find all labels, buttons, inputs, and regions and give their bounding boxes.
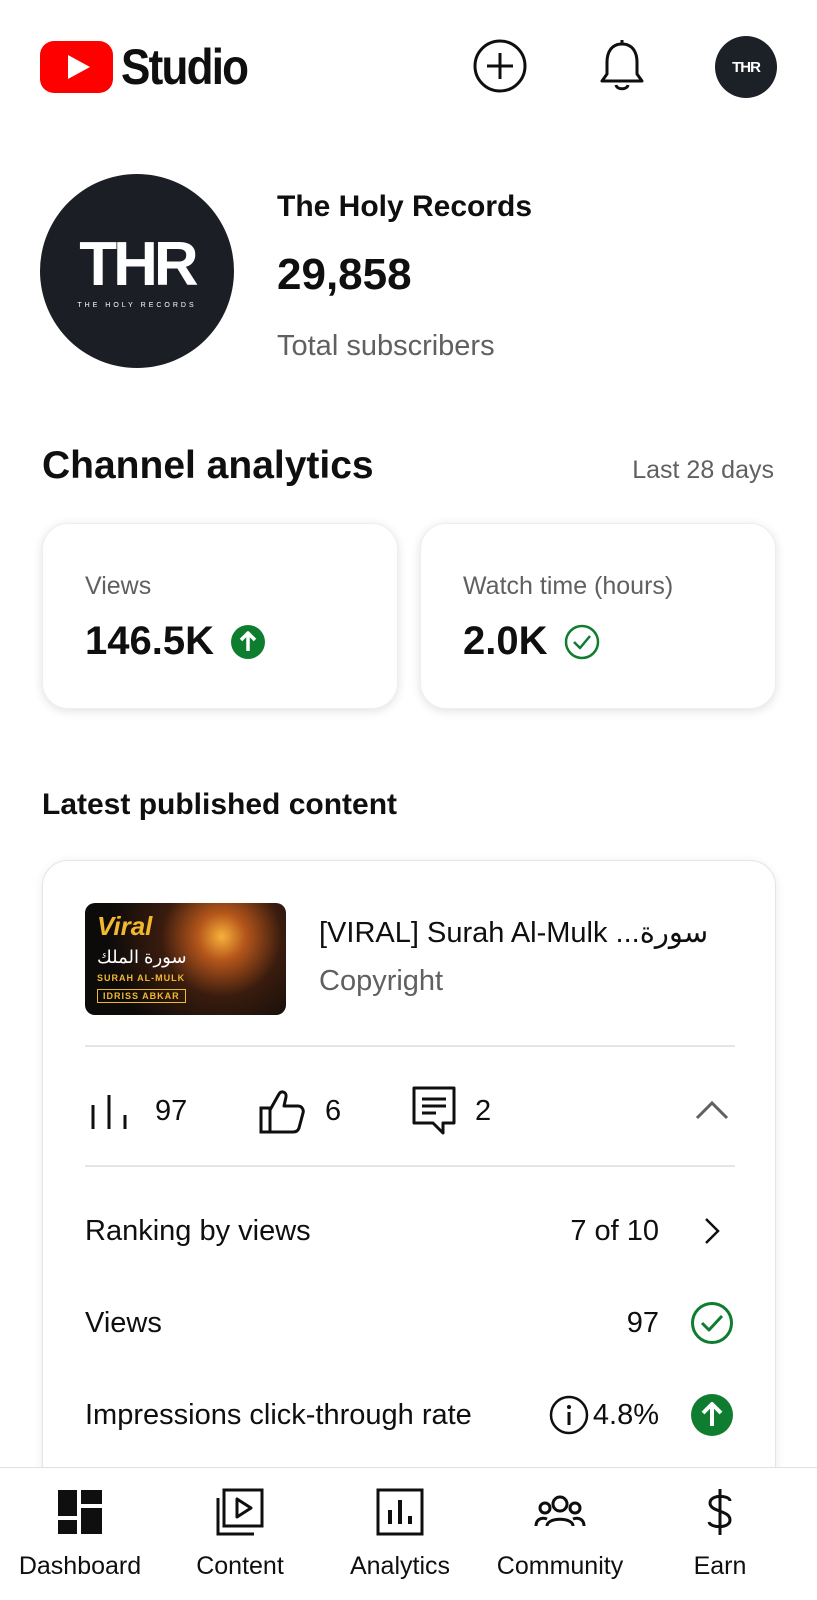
channel-analytics-title: Channel analytics (42, 444, 374, 487)
views-metric-value: 97 (155, 1094, 188, 1127)
content-icon (216, 1488, 264, 1536)
dollar-icon (707, 1489, 732, 1535)
nav-earn-label: Earn (693, 1552, 747, 1580)
ctr-row-value: 4.8% (592, 1398, 659, 1431)
channel-avatar: THR THE HOLY RECORDS (40, 174, 234, 368)
channel-avatar-subtitle: THE HOLY RECORDS (77, 301, 197, 309)
analytics-date-range: Last 28 days (632, 456, 774, 484)
comment-icon (412, 1086, 456, 1135)
create-button[interactable] (472, 38, 528, 94)
views-row-label: Views (85, 1306, 162, 1339)
up-arrow-icon (689, 1392, 735, 1438)
youtube-studio-logo[interactable]: Studio (40, 38, 265, 96)
views-stat-card[interactable]: Views 146.5K (42, 523, 398, 709)
nav-community[interactable]: Community (480, 1486, 640, 1581)
latest-content-title: Latest published content (42, 788, 398, 821)
nav-analytics[interactable]: Analytics (320, 1486, 480, 1581)
comments-metric: 2 (411, 1081, 491, 1141)
youtube-play-icon (40, 41, 113, 93)
latest-content-card: Viral سورة الملك SURAH AL-MULK IDRISS AB… (42, 860, 776, 1500)
video-metrics: 97 6 2 (85, 1081, 735, 1141)
channel-name: The Holy Records (277, 190, 533, 223)
video-thumbnail[interactable]: Viral سورة الملك SURAH AL-MULK IDRISS AB… (85, 903, 286, 1015)
bar-chart-icon (91, 1095, 127, 1129)
nav-content-label: Content (196, 1552, 284, 1580)
views-row: Views 97 (85, 1293, 735, 1353)
ctr-row-label: Impressions click-through rate (85, 1398, 472, 1431)
comments-metric-value: 2 (475, 1094, 492, 1127)
chevron-up-icon (695, 1100, 729, 1120)
watch-time-stat-label: Watch time (hours) (463, 572, 674, 600)
watch-time-stat-value: 2.0K (463, 619, 548, 663)
top-app-bar: Studio THR (0, 0, 817, 130)
ranking-value: 7 of 10 (570, 1214, 659, 1247)
account-avatar[interactable]: THR (715, 36, 777, 98)
avatar-initials: THR (732, 58, 761, 76)
plus-circle-icon (473, 39, 527, 93)
ctr-row: Impressions click-through rate 4.8% (85, 1385, 735, 1445)
logo-text: Studio (121, 39, 249, 95)
watch-time-stat-card[interactable]: Watch time (hours) 2.0K (420, 523, 776, 709)
bottom-navigation: Dashboard Content Analytics Community Ea… (0, 1467, 817, 1600)
subscriber-count: 29,858 (277, 250, 412, 299)
likes-metric-value: 6 (325, 1094, 342, 1127)
dashboard-icon (58, 1490, 102, 1534)
nav-content[interactable]: Content (160, 1486, 320, 1581)
likes-metric: 6 (257, 1081, 341, 1141)
divider (85, 1045, 735, 1047)
collapse-button[interactable] (689, 1087, 735, 1133)
thumbnail-surah-text: SURAH AL-MULK (97, 973, 186, 983)
views-stat-label: Views (85, 572, 152, 600)
chevron-right-icon (689, 1208, 735, 1254)
nav-analytics-label: Analytics (349, 1552, 451, 1580)
notifications-button[interactable] (594, 38, 650, 94)
channel-header: THR THE HOLY RECORDS The Holy Records 29… (40, 172, 780, 372)
nav-dashboard[interactable]: Dashboard (0, 1486, 160, 1581)
nav-dashboard-label: Dashboard (18, 1552, 142, 1580)
check-circle-icon (689, 1300, 735, 1346)
thumbnail-artist-text: IDRISS ABKAR (97, 989, 186, 1003)
thumbnail-viral-text: Viral (97, 911, 153, 941)
bell-icon (600, 40, 644, 91)
community-icon (534, 1495, 586, 1527)
divider (85, 1165, 735, 1167)
nav-community-label: Community (496, 1552, 624, 1580)
analytics-icon (376, 1488, 424, 1536)
thumbs-up-icon (259, 1090, 305, 1134)
video-status[interactable]: Copyright (319, 965, 443, 998)
video-title[interactable]: [VIRAL] Surah Al-Mulk ...سورة (319, 915, 749, 950)
thumbnail-arabic-text: سورة الملك (97, 947, 187, 967)
check-circle-icon (564, 624, 600, 660)
views-row-value: 97 (626, 1306, 659, 1339)
channel-avatar-monogram: THR (79, 229, 198, 299)
views-stat-value: 146.5K (85, 619, 214, 663)
subscriber-label: Total subscribers (277, 330, 495, 362)
info-icon[interactable] (549, 1395, 589, 1435)
nav-earn[interactable]: Earn (640, 1486, 800, 1581)
views-metric: 97 (85, 1081, 187, 1141)
ranking-label: Ranking by views (85, 1214, 311, 1247)
up-arrow-icon (230, 624, 266, 660)
ranking-row[interactable]: Ranking by views 7 of 10 (85, 1201, 735, 1261)
